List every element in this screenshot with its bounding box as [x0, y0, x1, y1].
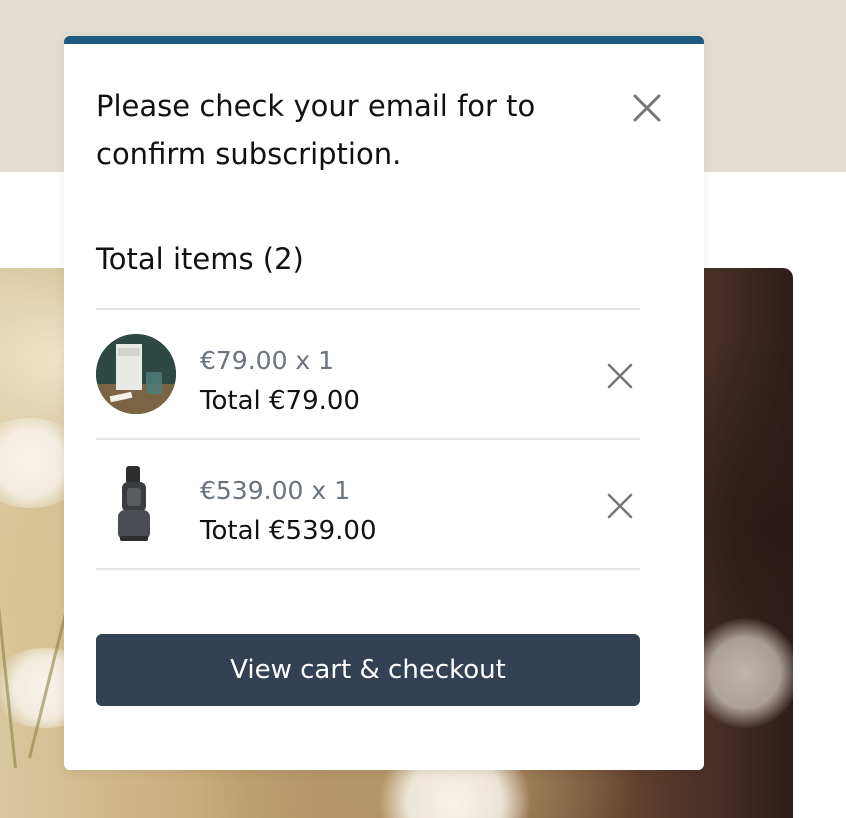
remove-item-button[interactable] [605, 361, 635, 391]
close-icon [607, 493, 633, 519]
close-icon [633, 94, 661, 122]
divider [96, 308, 640, 310]
view-cart-checkout-button[interactable]: View cart & checkout [96, 634, 640, 706]
product-thumbnail[interactable] [96, 464, 176, 544]
item-price-quantity: €79.00 x 1 [200, 346, 335, 375]
cart-popup: Please check your email for to confirm s… [64, 36, 704, 770]
item-line-total: Total €539.00 [200, 516, 377, 546]
juicer-product-image [118, 466, 150, 541]
daisy-flower [690, 618, 793, 728]
grass-stem [0, 469, 17, 769]
close-popup-button[interactable] [629, 90, 665, 126]
item-price-quantity: €539.00 x 1 [200, 476, 350, 505]
item-line-total: Total €79.00 [200, 386, 360, 416]
close-icon [607, 363, 633, 389]
subscription-message: Please check your email for to confirm s… [96, 89, 536, 171]
product-thumbnail[interactable] [96, 334, 176, 414]
supplement-product-image [96, 334, 176, 414]
divider [96, 568, 640, 570]
divider [96, 438, 640, 440]
cart-item-count: Total items (2) [96, 242, 304, 276]
remove-item-button[interactable] [605, 491, 635, 521]
